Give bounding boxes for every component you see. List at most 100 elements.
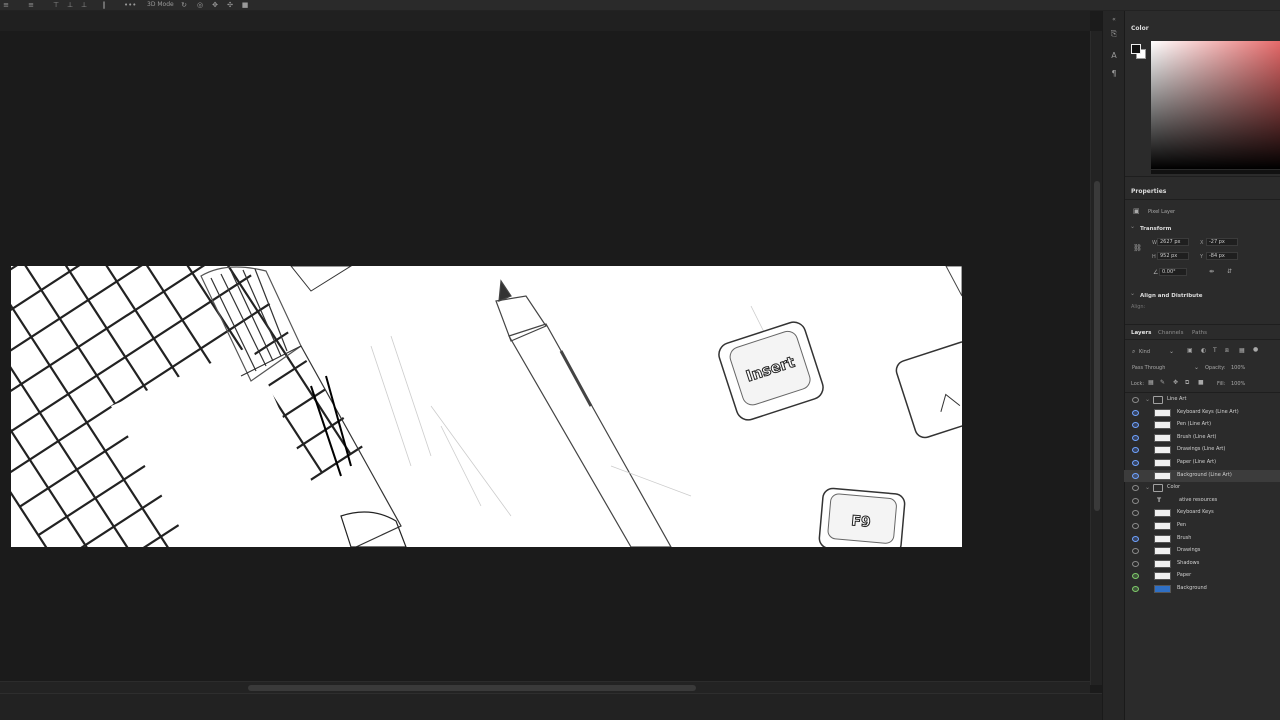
hue-slider[interactable]	[1151, 170, 1280, 174]
layer-row[interactable]: Pen	[1124, 520, 1280, 533]
angle-icon: ∠	[1153, 269, 1159, 276]
filter-type-icon[interactable]: T	[1213, 347, 1217, 354]
horizontal-scrollbar[interactable]	[0, 681, 1090, 693]
faint-sketch	[370, 305, 772, 517]
eye-icon[interactable]	[1132, 510, 1139, 517]
paragraph-icon[interactable]: ¶	[1109, 69, 1119, 79]
eye-icon[interactable]	[1132, 472, 1139, 479]
layer-row[interactable]: Drawings (Line Art)	[1124, 444, 1280, 457]
layer-row[interactable]: Keyboard Keys	[1124, 507, 1280, 520]
filter-kind-label[interactable]: Kind	[1139, 349, 1150, 355]
properties-panel-title[interactable]: Properties	[1131, 188, 1166, 195]
blend-chevron-icon[interactable]: ⌄	[1194, 364, 1199, 371]
layer-name: ative resources	[1179, 496, 1218, 503]
eye-icon[interactable]	[1132, 497, 1139, 504]
blend-mode-select[interactable]: Pass Through	[1132, 365, 1165, 371]
eye-icon[interactable]	[1132, 397, 1139, 403]
document-canvas[interactable]: Insert F9	[11, 266, 962, 547]
filter-smart-icon[interactable]: ▦	[1239, 347, 1245, 354]
link-icon[interactable]: ⛓	[1133, 244, 1142, 252]
eye-icon[interactable]	[1132, 409, 1139, 416]
expand-panels-icon[interactable]: «	[1109, 15, 1119, 25]
eye-icon[interactable]	[1132, 447, 1139, 454]
align-chevron-icon[interactable]: ⌄	[1130, 290, 1135, 297]
layer-thumbnail	[1154, 559, 1171, 568]
height-field[interactable]: 952 px	[1157, 252, 1189, 260]
character-icon[interactable]: A	[1109, 51, 1119, 61]
lock-artboard-icon[interactable]: ⧉	[1185, 379, 1189, 387]
layer-row[interactable]: Paper (Line Art)	[1124, 457, 1280, 470]
align-middle-icon[interactable]: ⊥	[66, 1, 74, 9]
eye-icon[interactable]	[1132, 586, 1139, 592]
layer-name: Line Art	[1167, 396, 1187, 402]
lock-image-icon[interactable]: ✎	[1160, 379, 1165, 386]
layer-row[interactable]: Brush	[1124, 533, 1280, 546]
vertical-scroll-thumb[interactable]	[1094, 181, 1100, 511]
transform-chevron-icon[interactable]: ⌄	[1130, 223, 1135, 230]
layer-row[interactable]: Drawings	[1124, 545, 1280, 558]
layer-thumbnail	[1154, 572, 1171, 581]
layer-row[interactable]: Background (Line Art)	[1124, 469, 1280, 483]
layer-row[interactable]: Background	[1124, 583, 1280, 596]
layer-row[interactable]: Paper	[1124, 570, 1280, 583]
roll-3d-icon[interactable]: ◎	[196, 1, 204, 9]
fill-value[interactable]: 100%	[1231, 381, 1245, 387]
lock-transparent-icon[interactable]: ▦	[1148, 379, 1154, 386]
filter-shape-icon[interactable]: ⧈	[1225, 347, 1229, 355]
history-icon[interactable]: ⎘	[1109, 29, 1119, 39]
layer-row[interactable]: Shadows	[1124, 558, 1280, 571]
layer-row[interactable]: Pen (Line Art)	[1124, 419, 1280, 432]
scale-3d-icon[interactable]: ■	[241, 1, 249, 9]
color-panel-title[interactable]: Color	[1131, 25, 1149, 32]
vertical-scrollbar[interactable]	[1090, 31, 1102, 685]
lock-position-icon[interactable]: ✥	[1173, 379, 1178, 386]
tab-layers[interactable]: Layers	[1131, 330, 1151, 336]
chevron-down-icon[interactable]: ⌄	[1169, 348, 1174, 355]
eye-icon[interactable]	[1132, 460, 1139, 466]
distribute-icon[interactable]: ‖	[100, 1, 108, 9]
y-field[interactable]: -84 px	[1206, 252, 1238, 260]
group-chevron-icon[interactable]: ⌄	[1145, 396, 1150, 403]
filter-adjustment-icon[interactable]: ◐	[1201, 347, 1206, 354]
x-field[interactable]: -27 px	[1206, 238, 1238, 246]
layer-row[interactable]: ⌄ Color	[1124, 482, 1280, 495]
eye-icon[interactable]	[1132, 573, 1139, 580]
layer-row[interactable]: ⌄ Line Art	[1124, 394, 1280, 407]
align-center-icon[interactable]: ≡	[27, 1, 35, 9]
layer-row[interactable]: Brush (Line Art)	[1124, 432, 1280, 445]
transform-title[interactable]: Transform	[1140, 226, 1171, 232]
angle-field[interactable]: 0.00°	[1159, 268, 1187, 276]
align-bottom-icon[interactable]: ⊥	[80, 1, 88, 9]
opacity-value[interactable]: 100%	[1231, 365, 1245, 371]
eye-icon[interactable]	[1132, 548, 1139, 555]
eye-icon[interactable]	[1132, 485, 1139, 492]
slide-3d-icon[interactable]: ✣	[226, 1, 234, 9]
horizontal-scroll-thumb[interactable]	[248, 685, 696, 691]
foreground-color-swatch[interactable]	[1131, 44, 1141, 54]
layer-kind-label: Pixel Layer	[1148, 209, 1176, 215]
group-chevron-icon[interactable]: ⌄	[1145, 484, 1150, 491]
eye-icon[interactable]	[1132, 560, 1139, 567]
align-left-icon[interactable]: ≡	[2, 1, 10, 9]
layer-row[interactable]: Keyboard Keys (Line Art)	[1124, 407, 1280, 420]
filter-pixel-icon[interactable]: ▣	[1187, 347, 1193, 354]
eye-icon[interactable]	[1132, 535, 1139, 542]
layer-row[interactable]: Tative resources	[1124, 495, 1280, 508]
ellipsis-icon[interactable]: •••	[124, 1, 136, 9]
lock-all-icon[interactable]: ■	[1198, 379, 1204, 386]
tab-channels[interactable]: Channels	[1158, 330, 1183, 336]
align-top-icon[interactable]: ⊤	[52, 1, 60, 9]
eye-icon[interactable]	[1132, 434, 1139, 441]
flip-vertical-icon[interactable]: ⇵	[1227, 268, 1232, 275]
orbit-3d-icon[interactable]: ↻	[180, 1, 188, 9]
filter-toggle-icon[interactable]: ●	[1253, 346, 1258, 353]
tab-paths[interactable]: Paths	[1192, 330, 1207, 336]
width-field[interactable]: 2627 px	[1157, 238, 1189, 246]
color-picker-field[interactable]	[1151, 41, 1280, 169]
align-distribute-title[interactable]: Align and Distribute	[1140, 293, 1202, 299]
pixel-layer-icon: ▣	[1133, 207, 1140, 215]
pan-3d-icon[interactable]: ✥	[211, 1, 219, 9]
flip-horizontal-icon[interactable]: ⇹	[1209, 268, 1214, 275]
eye-icon[interactable]	[1132, 523, 1139, 529]
eye-icon[interactable]	[1132, 422, 1139, 429]
